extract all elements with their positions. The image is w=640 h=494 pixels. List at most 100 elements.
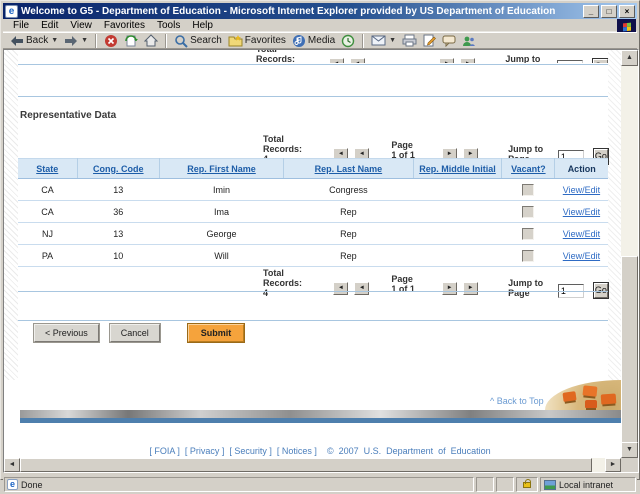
first-page-button[interactable]: ◄ bbox=[329, 58, 344, 63]
cell-cong-code: 13 bbox=[77, 223, 160, 245]
cell-last-name: Rep bbox=[283, 201, 413, 223]
vertical-scrollbar[interactable]: ▲ ▼ bbox=[621, 50, 638, 458]
cell-cong-code: 13 bbox=[77, 179, 160, 201]
stop-icon bbox=[104, 34, 118, 48]
menu-bar: File Edit View Favorites Tools Help bbox=[3, 19, 637, 32]
stop-button[interactable] bbox=[101, 33, 121, 49]
search-icon bbox=[174, 34, 188, 48]
view-edit-link[interactable]: View/Edit bbox=[563, 229, 600, 239]
previous-table-pagination-clipped: Total Records: 5 ◄ ◄ Page 1 of 1 ► ► Jum… bbox=[18, 50, 608, 63]
menu-tools[interactable]: Tools bbox=[151, 20, 186, 31]
notices-link[interactable]: [ Notices ] bbox=[277, 446, 317, 456]
column-header-state[interactable]: State bbox=[36, 164, 58, 174]
scrollbar-corner bbox=[621, 458, 638, 472]
forward-button[interactable]: ▼ bbox=[61, 34, 91, 48]
next-page-button[interactable]: ► bbox=[442, 282, 457, 295]
vacant-checkbox[interactable] bbox=[522, 250, 534, 262]
prev-page-button[interactable]: ◄ bbox=[354, 282, 369, 295]
refresh-button[interactable] bbox=[121, 33, 141, 49]
home-icon bbox=[144, 34, 158, 47]
submit-button[interactable]: Submit bbox=[188, 324, 245, 342]
column-header-vacant[interactable]: Vacant? bbox=[511, 164, 546, 174]
messenger-button[interactable] bbox=[459, 34, 478, 48]
edit-icon bbox=[423, 34, 436, 47]
title-bar: e Welcome to G5 - Department of Educatio… bbox=[3, 3, 637, 19]
next-page-button[interactable]: ► bbox=[439, 58, 454, 63]
vacant-checkbox[interactable] bbox=[522, 228, 534, 240]
print-button[interactable] bbox=[399, 33, 420, 48]
menu-edit[interactable]: Edit bbox=[35, 20, 64, 31]
cancel-button[interactable]: Cancel bbox=[110, 324, 160, 342]
security-zone-pane: Local intranet bbox=[540, 477, 636, 492]
jump-to-page-input[interactable] bbox=[557, 60, 583, 63]
first-page-button[interactable]: ◄ bbox=[333, 282, 348, 295]
history-button[interactable] bbox=[338, 33, 358, 49]
vacant-checkbox[interactable] bbox=[522, 206, 534, 218]
media-button[interactable]: Media bbox=[289, 33, 338, 49]
menu-help[interactable]: Help bbox=[186, 20, 219, 31]
scroll-down-icon[interactable]: ▼ bbox=[621, 442, 638, 458]
column-header-middle-initial[interactable]: Rep. Middle Initial bbox=[419, 164, 496, 174]
intranet-zone-icon bbox=[544, 480, 556, 490]
view-edit-link[interactable]: View/Edit bbox=[563, 251, 600, 261]
scroll-right-icon[interactable]: ► bbox=[605, 458, 621, 472]
cell-first-name: George bbox=[160, 223, 284, 245]
cell-first-name: Imin bbox=[160, 179, 284, 201]
back-to-top-link[interactable]: ^ Back to Top bbox=[490, 396, 544, 406]
previous-button[interactable]: < Previous bbox=[34, 324, 99, 342]
vacant-checkbox[interactable] bbox=[522, 184, 534, 196]
home-button[interactable] bbox=[141, 33, 161, 48]
column-header-cong-code[interactable]: Cong. Code bbox=[93, 164, 144, 174]
form-buttons: < Previous Cancel Submit bbox=[34, 324, 244, 342]
back-button[interactable]: Back ▼ bbox=[7, 34, 61, 48]
media-icon bbox=[292, 34, 306, 48]
view-edit-link[interactable]: View/Edit bbox=[563, 185, 600, 195]
cell-first-name: Ima bbox=[160, 201, 284, 223]
search-button[interactable]: Search bbox=[171, 33, 225, 49]
security-link[interactable]: [ Security ] bbox=[229, 446, 272, 456]
footer-gradient-bar bbox=[20, 410, 621, 418]
column-header-action: Action bbox=[568, 164, 596, 174]
browser-viewport: Total Records: 5 ◄ ◄ Page 1 of 1 ► ► Jum… bbox=[3, 49, 639, 473]
mail-dropdown-icon[interactable]: ▼ bbox=[389, 37, 396, 44]
toolbar-separator bbox=[95, 34, 97, 48]
go-button[interactable]: Go bbox=[593, 59, 608, 63]
foia-link[interactable]: [ FOIA ] bbox=[149, 446, 180, 456]
copyright-text: © 2007 U.S. Department of Education bbox=[327, 446, 491, 456]
favorites-icon bbox=[228, 34, 243, 47]
footer: [ FOIA ] [ Privacy ] [ Security ] [ Noti… bbox=[18, 446, 621, 456]
favorites-button[interactable]: Favorites bbox=[225, 33, 289, 48]
view-edit-link[interactable]: View/Edit bbox=[563, 207, 600, 217]
total-records-label: Total Records: 5 bbox=[256, 50, 301, 63]
menu-file[interactable]: File bbox=[7, 20, 35, 31]
last-page-button[interactable]: ► bbox=[463, 282, 478, 295]
status-pane-empty bbox=[496, 477, 514, 492]
last-page-button[interactable]: ► bbox=[460, 58, 475, 63]
refresh-icon bbox=[124, 34, 138, 48]
restore-button[interactable]: □ bbox=[601, 5, 617, 18]
column-header-last-name[interactable]: Rep. Last Name bbox=[315, 164, 383, 174]
mail-button[interactable]: ▼ bbox=[368, 34, 399, 47]
horizontal-scrollbar-thumb[interactable] bbox=[20, 458, 592, 472]
toolbar-separator bbox=[165, 34, 167, 48]
edit-button[interactable] bbox=[420, 33, 439, 48]
vertical-scrollbar-thumb[interactable] bbox=[621, 256, 638, 444]
cell-last-name: Rep bbox=[283, 245, 413, 267]
back-dropdown-icon[interactable]: ▼ bbox=[51, 37, 58, 44]
zone-label: Local intranet bbox=[559, 480, 613, 490]
discuss-button[interactable] bbox=[439, 34, 459, 48]
privacy-link[interactable]: [ Privacy ] bbox=[185, 446, 225, 456]
close-button[interactable]: × bbox=[619, 5, 635, 18]
messenger-icon bbox=[462, 35, 475, 47]
minimize-button[interactable]: _ bbox=[583, 5, 599, 18]
menu-view[interactable]: View bbox=[64, 20, 98, 31]
prev-page-button[interactable]: ◄ bbox=[350, 58, 365, 63]
ie-page-icon: e bbox=[5, 5, 18, 18]
column-header-first-name[interactable]: Rep. First Name bbox=[187, 164, 256, 174]
table-header-row: State Cong. Code Rep. First Name Rep. La… bbox=[18, 159, 608, 179]
scroll-left-icon[interactable]: ◄ bbox=[4, 458, 20, 472]
forward-dropdown-icon[interactable]: ▼ bbox=[81, 37, 88, 44]
menu-favorites[interactable]: Favorites bbox=[98, 20, 151, 31]
scroll-up-icon[interactable]: ▲ bbox=[621, 50, 638, 66]
horizontal-scrollbar[interactable]: ◄ ► bbox=[4, 458, 621, 472]
